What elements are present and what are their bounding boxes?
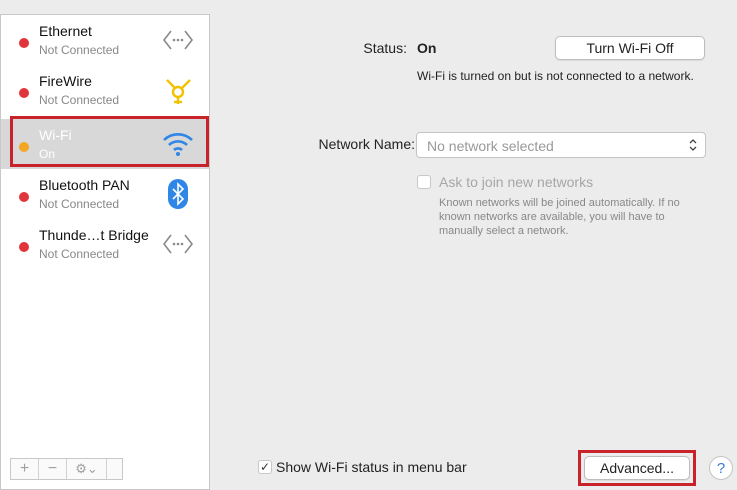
turn-wifi-off-button[interactable]: Turn Wi-Fi Off	[555, 36, 705, 60]
service-item-firewire[interactable]: FireWire Not Connected	[1, 65, 209, 115]
help-button[interactable]: ?	[709, 456, 733, 480]
network-name-label: Network Name:	[318, 136, 415, 152]
service-name: Ethernet	[39, 23, 92, 39]
wifi-icon	[161, 127, 195, 161]
ask-to-join-checkbox[interactable]	[417, 175, 431, 189]
service-name: Thunde…t Bridge	[39, 227, 149, 243]
status-value: On	[417, 40, 437, 56]
service-item-thunderbolt-bridge[interactable]: Thunde…t Bridge Not Connected	[1, 219, 209, 269]
add-service-button[interactable]: +	[11, 459, 39, 479]
ask-to-join-label: Ask to join new networks	[439, 174, 594, 190]
status-dot	[19, 38, 29, 48]
service-status: Not Connected	[39, 197, 120, 211]
checkmark-icon: ✓	[259, 460, 271, 474]
status-dot	[19, 88, 29, 98]
chevron-updown-icon	[688, 136, 698, 157]
firewire-icon	[161, 73, 195, 107]
service-status: Not Connected	[39, 93, 120, 107]
toolbar-spacer	[107, 459, 122, 479]
service-name: FireWire	[39, 73, 92, 89]
status-dot	[19, 142, 29, 152]
thunderbolt-arrows-icon	[161, 227, 195, 261]
service-status: On	[39, 147, 56, 161]
network-name-value: No network selected	[427, 138, 554, 154]
advanced-button[interactable]: Advanced...	[584, 456, 690, 480]
service-item-ethernet[interactable]: Ethernet Not Connected	[1, 15, 209, 65]
service-status: Not Connected	[39, 247, 120, 261]
service-name: Bluetooth PAN	[39, 177, 130, 193]
network-services-list: Ethernet Not Connected FireWire Not Conn…	[0, 14, 210, 490]
service-name: Wi-Fi	[39, 127, 72, 143]
ask-to-join-description: Known networks will be joined automatica…	[439, 197, 680, 237]
wifi-settings-pane: Status: On Turn Wi-Fi Off Wi-Fi is turne…	[218, 14, 737, 490]
gear-menu-button[interactable]: ⚙︎⌄	[67, 459, 107, 479]
service-item-wifi[interactable]: Wi-Fi On	[1, 119, 209, 169]
status-dot	[19, 242, 29, 252]
service-status: Not Connected	[39, 43, 120, 57]
show-status-label: Show Wi-Fi status in menu bar	[276, 459, 467, 475]
show-status-checkbox[interactable]: ✓	[258, 460, 272, 474]
status-dot	[19, 192, 29, 202]
sidebar-toolbar: + − ⚙︎⌄	[10, 458, 123, 480]
status-label: Status:	[363, 40, 407, 56]
status-description: Wi-Fi is turned on but is not connected …	[417, 69, 694, 83]
bluetooth-icon	[161, 177, 195, 211]
network-name-select[interactable]: No network selected	[416, 132, 706, 158]
service-item-bluetooth-pan[interactable]: Bluetooth PAN Not Connected	[1, 169, 209, 219]
ethernet-arrows-icon	[161, 23, 195, 57]
remove-service-button[interactable]: −	[39, 459, 67, 479]
